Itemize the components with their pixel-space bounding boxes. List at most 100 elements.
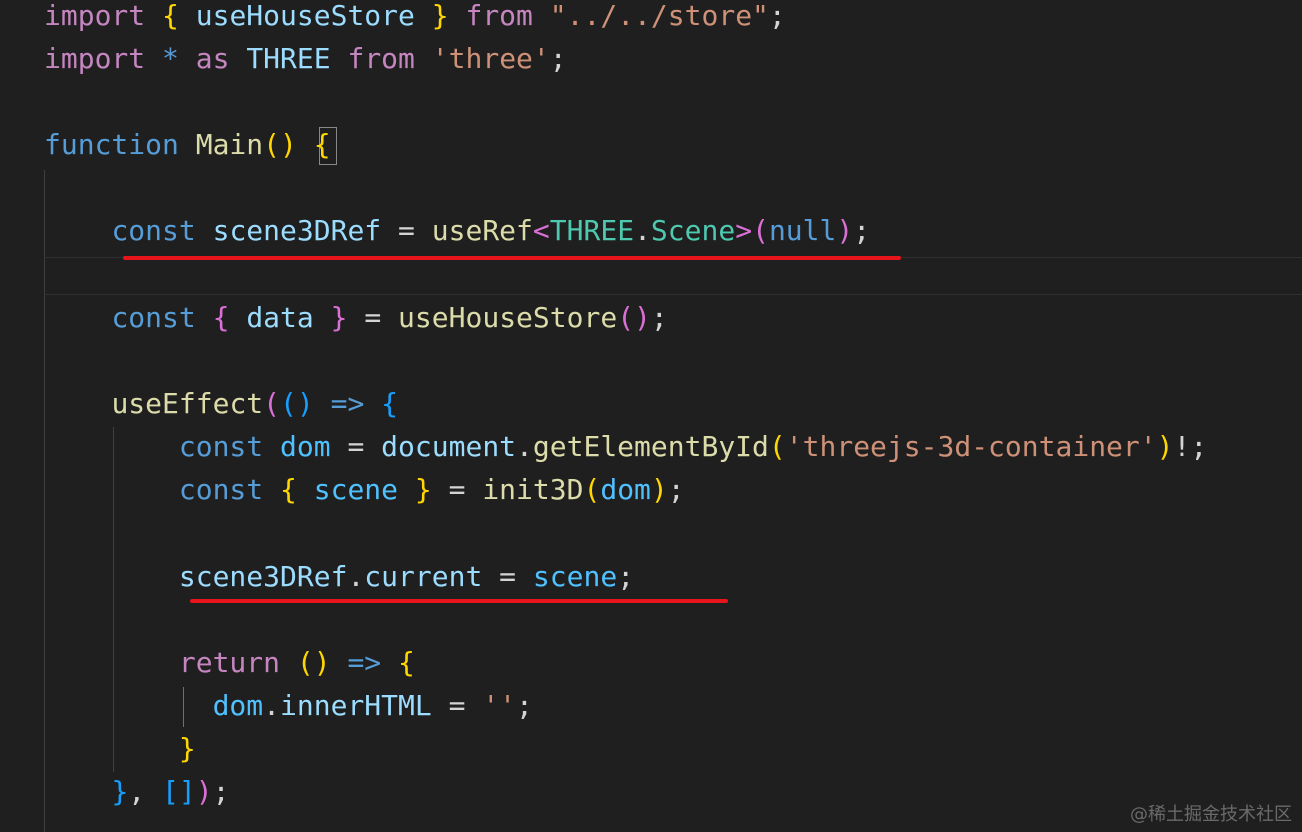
code-token: "../../store"	[549, 0, 769, 32]
code-line[interactable]: const dom = document.getElementById('thr…	[44, 429, 1207, 465]
code-token: }	[330, 301, 348, 334]
code-token: THREE	[246, 42, 331, 75]
code-token: function	[44, 128, 179, 161]
code-line[interactable]: scene3DRef.current = scene;	[44, 559, 634, 595]
code-token: ;	[650, 301, 668, 334]
code-line[interactable]: import * as THREE from 'three';	[44, 41, 567, 77]
code-editor[interactable]: import { useHouseStore } from "../../sto…	[0, 0, 1302, 832]
code-line[interactable]: const { data } = useHouseStore();	[44, 300, 668, 336]
code-token: (	[583, 473, 601, 506]
code-token: dom	[600, 473, 651, 506]
code-token: (	[263, 387, 281, 420]
code-token: scene	[313, 473, 399, 506]
code-token: !;	[1173, 430, 1208, 463]
code-token: {	[381, 387, 399, 420]
code-token: useRef	[431, 214, 533, 247]
code-line[interactable]: const scene3DRef = useRef<THREE.Scene>(n…	[44, 213, 870, 249]
code-token: ()	[263, 128, 297, 161]
code-token: []	[162, 775, 196, 808]
code-token: =	[381, 214, 432, 247]
code-token: .	[516, 430, 533, 463]
current-line-bottom-border	[44, 294, 1302, 295]
code-token: )	[836, 214, 854, 247]
code-token: *	[162, 42, 179, 75]
code-token: return	[178, 646, 281, 679]
code-token: {	[212, 301, 230, 334]
code-token: init3D	[482, 473, 584, 506]
code-token: {	[280, 473, 297, 506]
code-token: }	[178, 732, 196, 765]
code-token: Main	[195, 128, 264, 161]
code-token: ;	[667, 473, 685, 506]
code-token: import	[44, 0, 146, 32]
code-line[interactable]: useEffect(() => {	[44, 386, 398, 422]
code-token: document	[381, 430, 517, 463]
code-token: scene3DRef	[212, 214, 382, 247]
code-token: ()	[296, 646, 331, 679]
code-token: }	[111, 775, 129, 808]
code-token: }	[431, 0, 449, 32]
code-token: ;	[549, 42, 567, 75]
code-token: THREE	[549, 214, 635, 247]
code-token: dom	[280, 430, 331, 463]
code-line[interactable]: return () => {	[44, 645, 415, 681]
juejin-watermark: @稀土掘金技术社区	[1130, 804, 1292, 825]
code-token: 'three'	[431, 42, 550, 75]
code-line[interactable]: }, []);	[44, 774, 229, 810]
code-token: as	[195, 42, 230, 75]
code-token: {	[162, 0, 179, 32]
code-token: =	[431, 689, 483, 722]
code-token: )	[1156, 430, 1174, 463]
code-token: import	[44, 42, 146, 75]
code-token: =	[482, 560, 533, 593]
code-token: <	[532, 214, 550, 247]
code-token: {	[313, 128, 331, 161]
code-token: dom	[212, 689, 264, 722]
code-token: }	[414, 473, 432, 506]
code-token: ,	[128, 775, 163, 808]
code-line[interactable]: }	[44, 731, 196, 767]
code-token: data	[246, 301, 314, 334]
code-token: useHouseStore	[398, 301, 618, 334]
code-token: scene3DRef	[178, 560, 348, 593]
code-token: {	[398, 646, 415, 679]
code-token: useHouseStore	[195, 0, 415, 32]
code-token: ;	[853, 214, 871, 247]
code-token: 'threejs-3d-container'	[785, 430, 1157, 463]
code-token: useEffect	[111, 387, 264, 420]
code-token: =>	[347, 646, 382, 679]
code-token: const	[111, 301, 196, 334]
code-token: ''	[482, 689, 517, 722]
code-line[interactable]: const { scene } = init3D(dom);	[44, 472, 685, 508]
code-token: (	[768, 430, 786, 463]
red-underline-current-assignment	[190, 599, 728, 603]
code-line[interactable]: function Main() {	[44, 127, 331, 163]
code-token: getElementById	[532, 430, 769, 463]
code-token: const	[178, 473, 264, 506]
code-token: const	[111, 214, 196, 247]
code-token: ()	[617, 301, 651, 334]
code-token: scene	[532, 560, 618, 593]
code-line[interactable]: dom.innerHTML = '';	[44, 688, 533, 724]
code-line[interactable]: import { useHouseStore } from "../../sto…	[44, 0, 786, 34]
